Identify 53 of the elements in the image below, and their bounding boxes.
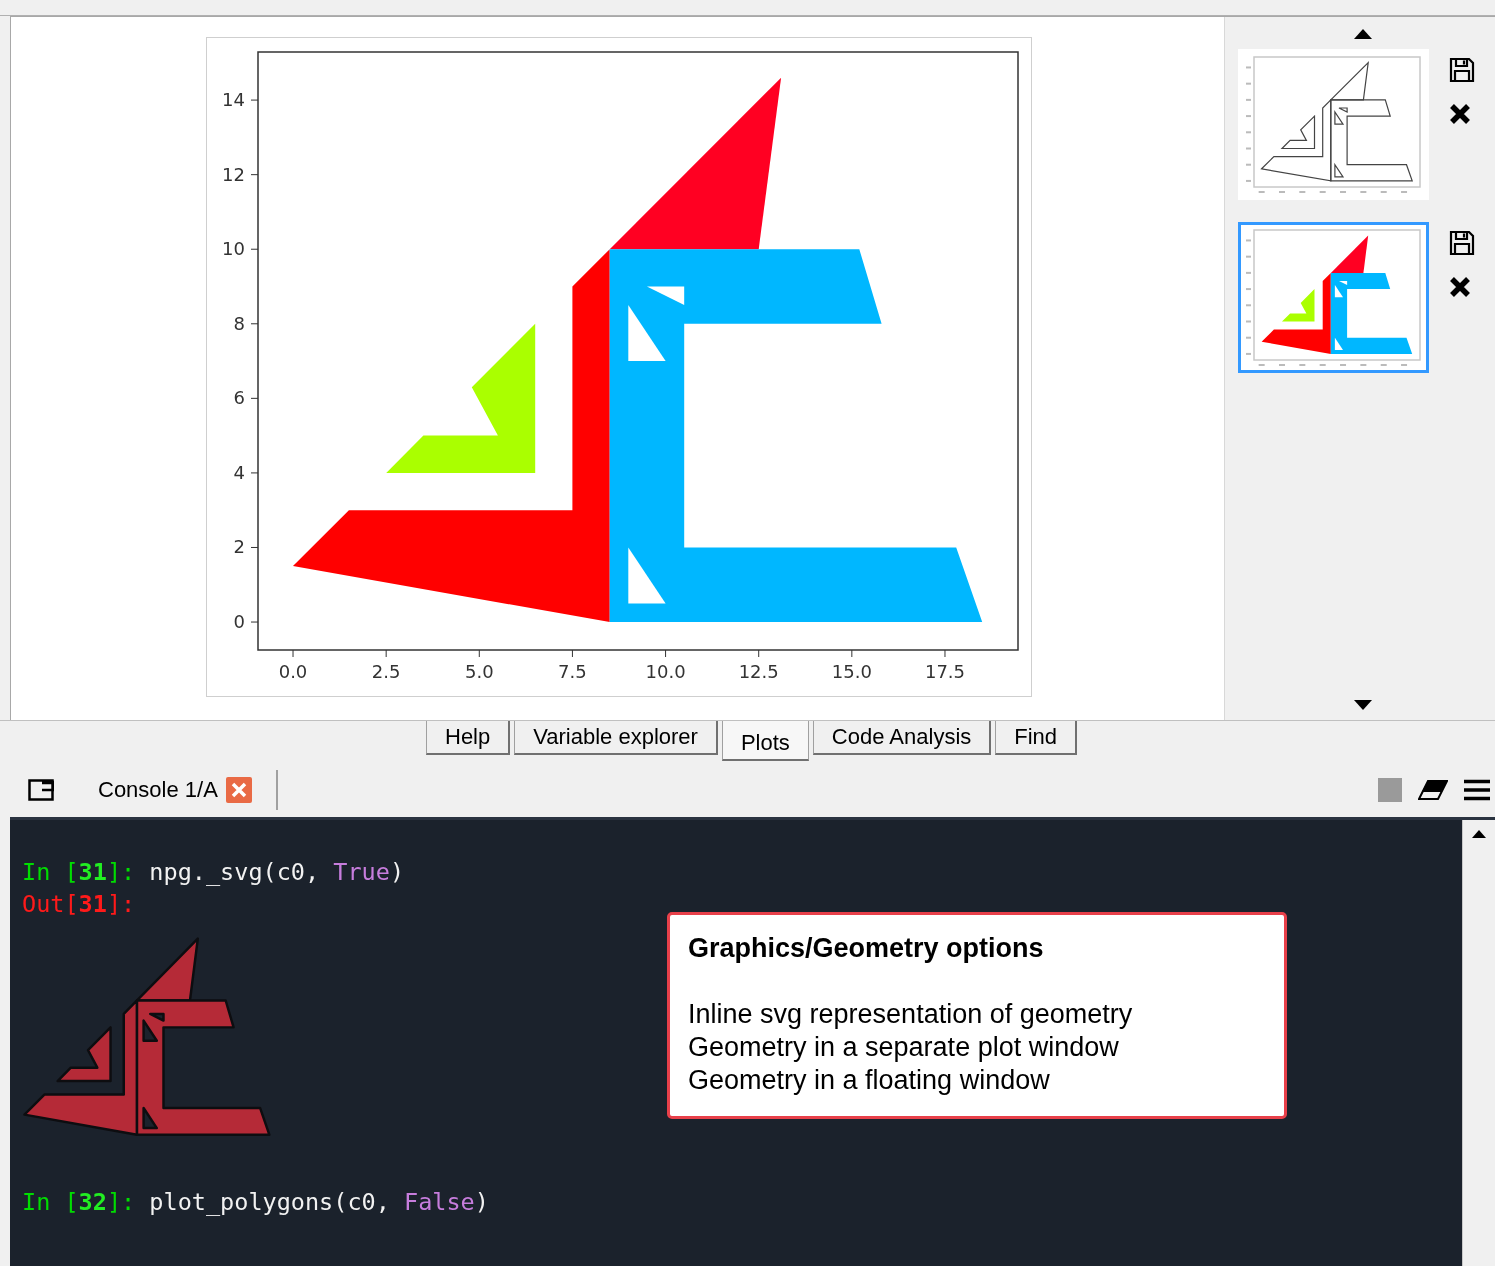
code-text: ) [474, 1188, 489, 1216]
tick-label: 6 [233, 387, 245, 409]
tick-label: 14 [222, 89, 245, 111]
tick-label: 15.0 [831, 661, 872, 682]
callout-title: Graphics/Geometry options [688, 933, 1045, 964]
window-icon[interactable] [28, 779, 54, 801]
tab[interactable]: Code Analysis [812, 721, 992, 755]
tab[interactable]: Find [995, 721, 1078, 755]
input-prompt: 31 [78, 858, 107, 886]
callout-line: Geometry in a separate plot window [688, 1031, 1120, 1064]
tick-label: 5.0 [464, 661, 494, 682]
code-text: npg._svg(c0, [149, 858, 321, 886]
scroll-up-icon[interactable] [1354, 29, 1372, 39]
eraser-icon[interactable] [1418, 780, 1448, 800]
input-prompt: In [ [22, 858, 79, 886]
output-prompt: 31 [78, 890, 107, 918]
plot-thumbnail[interactable] [1238, 49, 1429, 200]
console-tab[interactable]: Console 1/A [98, 777, 218, 803]
code-text: ) [389, 858, 405, 886]
save-icon[interactable] [1449, 230, 1475, 256]
input-prompt: 32 [78, 1188, 107, 1216]
close-icon[interactable] [1449, 103, 1471, 125]
code-keyword: True [333, 858, 390, 886]
tick-label: 10 [222, 238, 245, 260]
plot-thumbnail[interactable] [1238, 222, 1429, 373]
close-icon[interactable] [1449, 276, 1471, 298]
tick-label: 0 [233, 611, 245, 633]
tick-label: 8 [233, 312, 245, 334]
tick-label: 0.0 [278, 661, 308, 682]
tick-label: 12 [222, 163, 245, 185]
code-text: plot_polygons(c0, [149, 1188, 391, 1216]
input-prompt: In [ [22, 1188, 79, 1216]
tab[interactable]: Variable explorer [514, 721, 718, 755]
tick-label: 2 [233, 536, 245, 558]
callout-line: Inline svg representation of geometry [688, 998, 1134, 1031]
tick-label: 17.5 [924, 661, 965, 682]
menu-icon[interactable] [1464, 779, 1490, 801]
tab[interactable]: Plots [721, 721, 809, 761]
tick-label: 7.5 [558, 661, 587, 682]
tick-label: 2.5 [371, 661, 401, 682]
tick-label: 12.5 [738, 661, 779, 682]
scroll-down-icon[interactable] [1354, 700, 1372, 710]
input-prompt: ]: [106, 1188, 137, 1216]
tick-label: 10.0 [645, 661, 686, 682]
tab[interactable]: Help [426, 721, 511, 755]
output-prompt: Out[ [22, 890, 79, 918]
code-keyword: False [404, 1188, 475, 1216]
tick-label: 4 [233, 461, 245, 483]
scroll-up-icon[interactable] [1472, 830, 1486, 838]
save-icon[interactable] [1449, 57, 1475, 83]
output-prompt: ]: [106, 890, 136, 918]
callout-line: Geometry in a floating window [688, 1064, 1051, 1097]
input-prompt: ]: [106, 858, 137, 886]
